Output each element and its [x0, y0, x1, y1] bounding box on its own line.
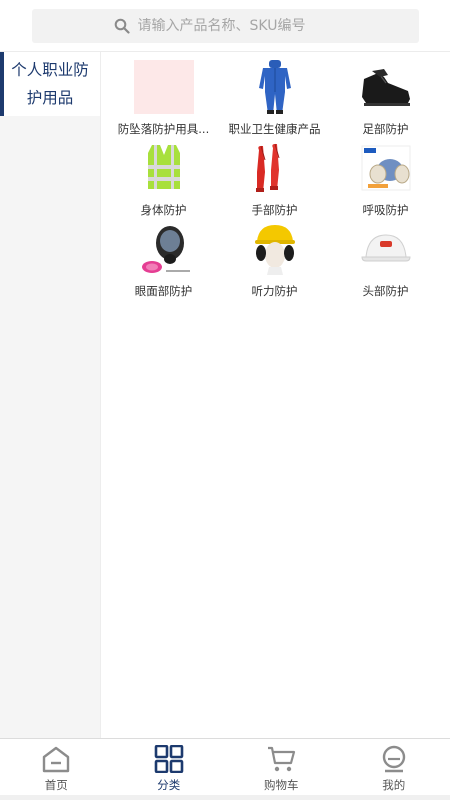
active-indicator — [0, 52, 4, 116]
tab-cart[interactable]: 购物车 — [225, 739, 338, 800]
category-label: 手部防护 — [251, 203, 298, 217]
tab-category[interactable]: 分类 — [113, 739, 226, 800]
safety-shoe-icon — [356, 58, 416, 116]
category-respiratory-protection[interactable]: 呼吸防护 — [330, 139, 441, 218]
reflective-vest-icon — [134, 139, 194, 197]
home-icon — [43, 746, 70, 773]
glove-icon — [245, 139, 305, 197]
coverall-icon — [245, 58, 305, 116]
home-indicator-strip — [0, 795, 450, 800]
hard-hat-icon — [356, 220, 416, 278]
category-label: 身体防护 — [140, 203, 187, 217]
search-header — [0, 0, 450, 52]
category-label: 防坠落防护用具... — [117, 122, 210, 136]
tab-label: 我的 — [382, 778, 406, 792]
category-hand-protection[interactable]: 手部防护 — [219, 139, 330, 218]
category-sidebar: 个人职业防护用品 — [0, 52, 101, 738]
profile-icon — [382, 745, 405, 773]
search-icon — [114, 18, 130, 34]
gas-mask-icon — [134, 220, 194, 278]
category-fall-protection[interactable]: 防坠落防护用具... — [108, 58, 219, 137]
cart-icon — [268, 746, 296, 772]
category-label: 呼吸防护 — [362, 203, 409, 217]
category-head-protection[interactable]: 头部防护 — [330, 220, 441, 299]
tab-label: 分类 — [157, 778, 181, 792]
category-occupational-health[interactable]: 职业卫生健康产品 — [219, 58, 330, 137]
tab-label: 首页 — [44, 778, 68, 792]
category-label: 听力防护 — [251, 284, 298, 298]
sidebar-item-personal-protection[interactable]: 个人职业防护用品 — [0, 52, 100, 116]
category-foot-protection[interactable]: 足部防护 — [330, 58, 441, 137]
subcategory-grid: 防坠落防护用具... 职业卫生健康产品 足部防护 身体防护 手部防护 呼吸防护 … — [108, 58, 442, 299]
category-eye-face-protection[interactable]: 眼面部防护 — [108, 220, 219, 299]
category-label: 职业卫生健康产品 — [228, 122, 321, 136]
tab-label: 购物车 — [264, 778, 299, 792]
image-placeholder-icon — [133, 58, 194, 116]
category-hearing-protection[interactable]: 听力防护 — [219, 220, 330, 299]
sidebar-item-label: 个人职业防护用品 — [11, 61, 89, 107]
bottom-tab-bar: 首页 分类 购物车 我的 — [0, 738, 450, 800]
category-body-protection[interactable]: 身体防护 — [108, 139, 219, 218]
category-label: 足部防护 — [362, 122, 409, 136]
search-bar[interactable] — [32, 9, 419, 43]
search-input[interactable] — [137, 18, 338, 34]
tab-home[interactable]: 首页 — [0, 739, 113, 800]
category-grid-icon — [154, 745, 184, 773]
respirator-icon — [356, 139, 416, 197]
earmuff-helmet-icon — [245, 220, 305, 278]
category-label: 头部防护 — [362, 284, 409, 298]
tab-profile[interactable]: 我的 — [338, 739, 450, 800]
category-label: 眼面部防护 — [134, 284, 193, 298]
